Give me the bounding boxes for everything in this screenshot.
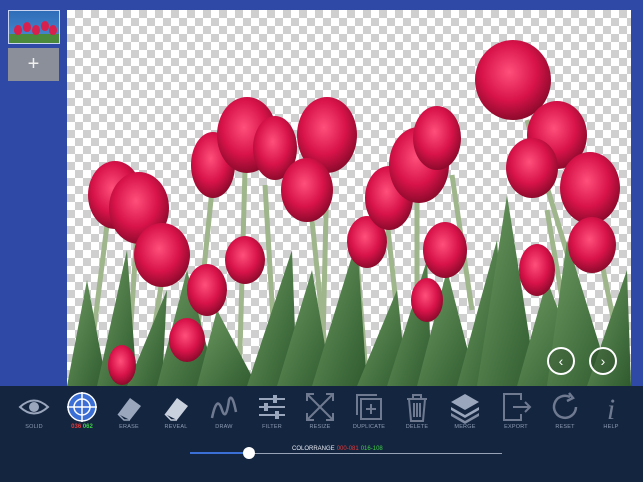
export-button[interactable]: EXPORT [492, 390, 540, 438]
resize-arrows-icon [306, 393, 334, 421]
solid-label: SOLID [25, 424, 43, 430]
next-button[interactable]: › [589, 347, 617, 375]
target-icon [67, 392, 97, 422]
reveal-eraser-icon [164, 398, 188, 421]
target-counts: 036 062 [71, 424, 93, 430]
eye-icon [18, 399, 50, 415]
layers-panel: + [0, 0, 67, 386]
delete-button[interactable]: DELETE [393, 390, 441, 438]
target-button[interactable]: 036 062 [58, 390, 106, 438]
slider-fill [190, 452, 250, 454]
duplicate-icon [356, 394, 382, 420]
color-range-slider[interactable] [190, 447, 502, 459]
bottom-toolbar: SOLID 036 062 ERASE REVEAL DRAW FILTER R… [0, 386, 643, 482]
duplicate-button[interactable]: DUPLICATE [345, 390, 393, 438]
svg-text:i: i [607, 393, 615, 424]
help-button[interactable]: i HELP [587, 390, 635, 438]
refresh-icon [552, 392, 578, 420]
info-icon: i [607, 393, 615, 424]
image-canvas[interactable]: ‹ › [67, 10, 631, 386]
reveal-button[interactable]: REVEAL [152, 390, 200, 438]
previous-button[interactable]: ‹ [547, 347, 575, 375]
add-layer-button[interactable]: + [8, 48, 59, 81]
squiggle-icon [210, 396, 238, 419]
sliders-icon [259, 395, 285, 419]
reset-button[interactable]: RESET [541, 390, 589, 438]
draw-button[interactable]: DRAW [200, 390, 248, 438]
trash-icon [407, 394, 427, 422]
layer-thumbnail[interactable] [8, 10, 60, 44]
erase-button[interactable]: ERASE [105, 390, 153, 438]
export-icon [503, 393, 532, 421]
eraser-icon [117, 398, 141, 421]
resize-button[interactable]: RESIZE [296, 390, 344, 438]
solid-button[interactable]: SOLID [10, 390, 58, 438]
layers-icon [451, 394, 479, 424]
merge-button[interactable]: MERGE [441, 390, 489, 438]
filter-button[interactable]: FILTER [248, 390, 296, 438]
tulip-image [67, 40, 631, 386]
